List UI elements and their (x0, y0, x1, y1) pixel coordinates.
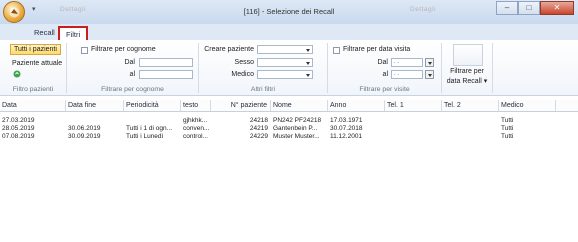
all-patients-button[interactable]: Tutti i pazienti (10, 44, 61, 55)
cell-periodicita: Tutti i 1 di ogn... (126, 125, 173, 132)
surname-to-label: al (129, 71, 135, 78)
surname-filter-checkbox[interactable] (81, 47, 88, 54)
sex-label: Sesso (234, 59, 254, 66)
doctor-select[interactable] (257, 70, 313, 79)
create-patient-select[interactable] (257, 45, 313, 54)
chevron-down-icon (428, 62, 432, 65)
col-header-periodicita[interactable]: Periodicità (124, 100, 181, 111)
cell-data: 07.08.2019 (2, 133, 35, 140)
close-button[interactable]: ✕ (540, 1, 574, 15)
cell-anno: 17.03.1971 (330, 117, 363, 124)
cell-tel2 (442, 133, 499, 141)
visit-from-label: Dal (377, 59, 388, 66)
tab-recall[interactable]: Recall (28, 26, 61, 40)
col-header-data[interactable]: Data (0, 100, 66, 111)
col-header-patient-number[interactable]: N° paziente (211, 100, 271, 111)
sex-select[interactable] (257, 58, 313, 67)
table-row[interactable]: 07.08.2019 30.09.2019 Tutti i Lunedì con… (0, 133, 578, 141)
surname-from-field[interactable] (139, 58, 193, 67)
recall-date-filter-label-line1[interactable]: Filtrare per (442, 68, 492, 75)
cell-data: 28.05.2019 (2, 125, 35, 132)
cell-medico: Tutti (501, 125, 514, 132)
visit-from-date-field[interactable]: . . (391, 58, 423, 67)
chevron-down-icon (306, 49, 310, 52)
cell-data-fine: 30.06.2019 (68, 125, 101, 132)
cell-patient-number: 24229 (249, 133, 268, 140)
window-controls: – □ ✕ (496, 1, 574, 15)
cell-periodicita (124, 117, 181, 125)
recall-date-filter-label-line2[interactable]: data Recall ▾ (442, 77, 492, 85)
group-label-surname-filter: Filtrare per cognome (101, 86, 164, 93)
col-header-anno[interactable]: Anno (328, 100, 385, 111)
cell-patient-number: 24219 (249, 125, 268, 132)
group-label-visit-filter: Filtrare per visite (359, 86, 410, 93)
cell-data-fine: 30.09.2019 (68, 133, 101, 140)
col-header-filler (556, 100, 578, 111)
tab-filtri[interactable]: Filtri (58, 26, 89, 40)
col-header-tel1[interactable]: Tel. 1 (385, 100, 442, 111)
visit-filter-label: Filtrare per data visita (343, 46, 411, 53)
visit-to-date-field[interactable]: . . (391, 70, 423, 79)
cell-data: 27.03.2019 (2, 117, 35, 124)
ribbon-tab-row: Recall Filtri (0, 24, 578, 40)
col-header-nome[interactable]: Nome (271, 100, 328, 111)
table-row[interactable]: 28.05.2019 30.06.2019 Tutti i 1 di ogn..… (0, 125, 578, 133)
recall-date-filter-icon[interactable] (453, 44, 483, 66)
cell-medico: Tutti (501, 117, 514, 124)
cell-testo: conven... (183, 125, 210, 132)
minimize-button[interactable]: – (496, 1, 518, 15)
group-visit-filter: Filtrare per data visita Dal . . al . . … (328, 40, 441, 95)
cell-patient-number: 24218 (249, 117, 268, 124)
group-recall-date: Filtrare per data Recall ▾ (442, 40, 492, 95)
ribbon: Tutti i pazienti Paziente attuale Filtro… (0, 40, 578, 96)
current-patient-button[interactable]: Paziente attuale (12, 60, 62, 67)
cell-testo: control... (183, 133, 208, 140)
cell-tel1 (385, 117, 442, 125)
title-bar: ▾ Dettagli [116] - Selezione dei Recall … (0, 0, 578, 25)
chevron-down-icon (306, 74, 310, 77)
table-row[interactable]: 27.03.2019 gjhkhk... 24218 PN242 PF24218… (0, 117, 578, 125)
surname-filter-label: Filtrare per cognome (91, 46, 156, 53)
cell-tel1 (385, 133, 442, 141)
visit-from-date-button[interactable] (425, 58, 434, 67)
cell-data-fine (66, 117, 124, 125)
cell-anno: 30.07.2018 (330, 125, 363, 132)
cell-tel1 (385, 125, 442, 133)
window-title: [116] - Selezione dei Recall (243, 7, 335, 16)
chevron-down-icon: ▾ (483, 78, 488, 85)
cell-tel2 (442, 117, 499, 125)
recall-table: Data Data fine Periodicità testo N° pazi… (0, 100, 578, 242)
col-header-testo[interactable]: testo (181, 100, 211, 111)
cell-testo: gjhkhk... (183, 117, 208, 124)
group-divider (492, 43, 493, 93)
surname-to-field[interactable] (139, 70, 193, 79)
col-header-data-fine[interactable]: Data fine (66, 100, 124, 111)
surname-from-label: Dal (124, 59, 135, 66)
col-header-medico[interactable]: Medico (499, 100, 556, 111)
visit-filter-checkbox[interactable] (333, 47, 340, 54)
visit-to-date-button[interactable] (425, 70, 434, 79)
chevron-down-icon (428, 74, 432, 77)
cell-medico: Tutti (501, 133, 514, 140)
cell-nome: PN242 PF24218 (273, 117, 322, 124)
group-surname-filter: Filtrare per cognome Dal al Filtrare per… (67, 40, 198, 95)
chevron-down-icon (306, 62, 310, 65)
maximize-button[interactable]: □ (518, 1, 540, 15)
group-label-patient-filter: Filtro pazienti (12, 86, 54, 93)
cell-nome: Gantenbein P... (273, 125, 318, 132)
cell-periodicita: Tutti i Lunedì (126, 133, 164, 140)
doctor-label: Medico (231, 71, 254, 78)
group-other-filters: Creare paziente Sesso Medico Altri filtr… (199, 40, 327, 95)
refresh-icon[interactable] (13, 70, 21, 80)
cell-anno: 11.12.2001 (330, 133, 363, 140)
group-patient-filter: Tutti i pazienti Paziente attuale Filtro… (0, 40, 66, 95)
visit-to-label: al (382, 71, 388, 78)
table-header: Data Data fine Periodicità testo N° pazi… (0, 100, 578, 112)
blurred-title-right: Dettagli (410, 6, 437, 13)
cell-nome: Muster Muster... (273, 133, 320, 140)
col-header-tel2[interactable]: Tel. 2 (442, 100, 499, 111)
group-label-other-filters: Altri filtri (250, 86, 276, 93)
cell-tel2 (442, 125, 499, 133)
create-patient-label: Creare paziente (204, 46, 254, 53)
